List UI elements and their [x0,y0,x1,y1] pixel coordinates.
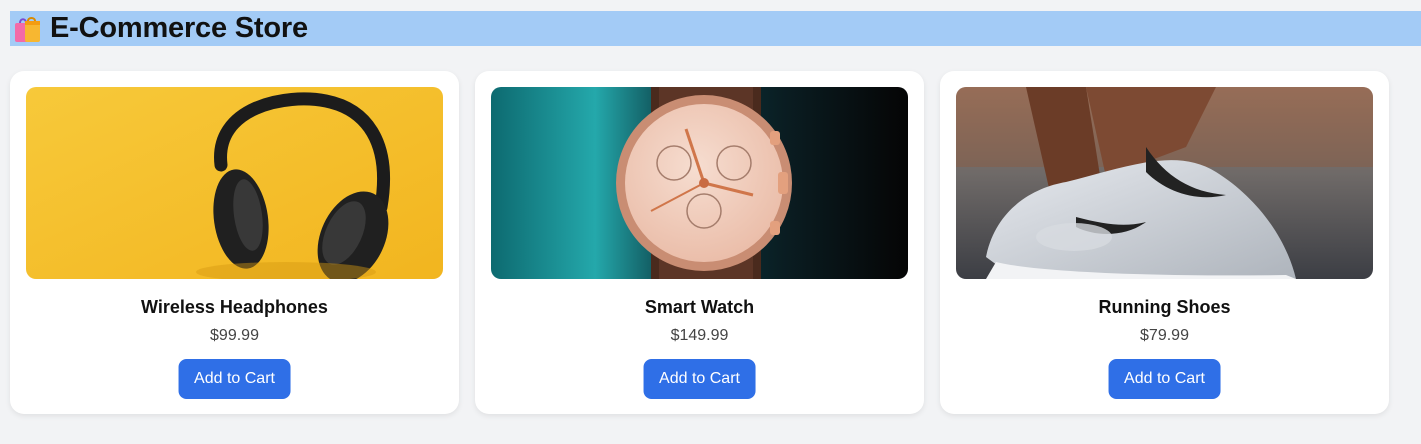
product-card: Smart Watch $149.99 Add to Cart [475,71,924,414]
add-to-cart-button[interactable]: Add to Cart [643,359,756,399]
add-to-cart-button[interactable]: Add to Cart [1108,359,1221,399]
site-title: E-Commerce Store [50,12,308,44]
product-name: Running Shoes [1098,297,1231,317]
product-name: Wireless Headphones [141,297,328,317]
site-header: E-Commerce Store [10,11,1421,46]
product-card: Wireless Headphones $99.99 Add to Cart [10,71,459,414]
product-price: $99.99 [210,327,259,344]
product-card: Running Shoes $79.99 Add to Cart [940,71,1389,414]
product-price: $149.99 [670,327,729,344]
shopping-bags-icon [10,11,44,46]
watch-image [491,87,908,279]
shoe-image [956,87,1373,279]
headphones-image [26,87,443,279]
product-price: $79.99 [1140,327,1189,344]
product-grid: Wireless Headphones $99.99 Add to Cart S… [10,71,1389,414]
product-name: Smart Watch [644,297,755,317]
add-to-cart-button[interactable]: Add to Cart [178,359,291,399]
